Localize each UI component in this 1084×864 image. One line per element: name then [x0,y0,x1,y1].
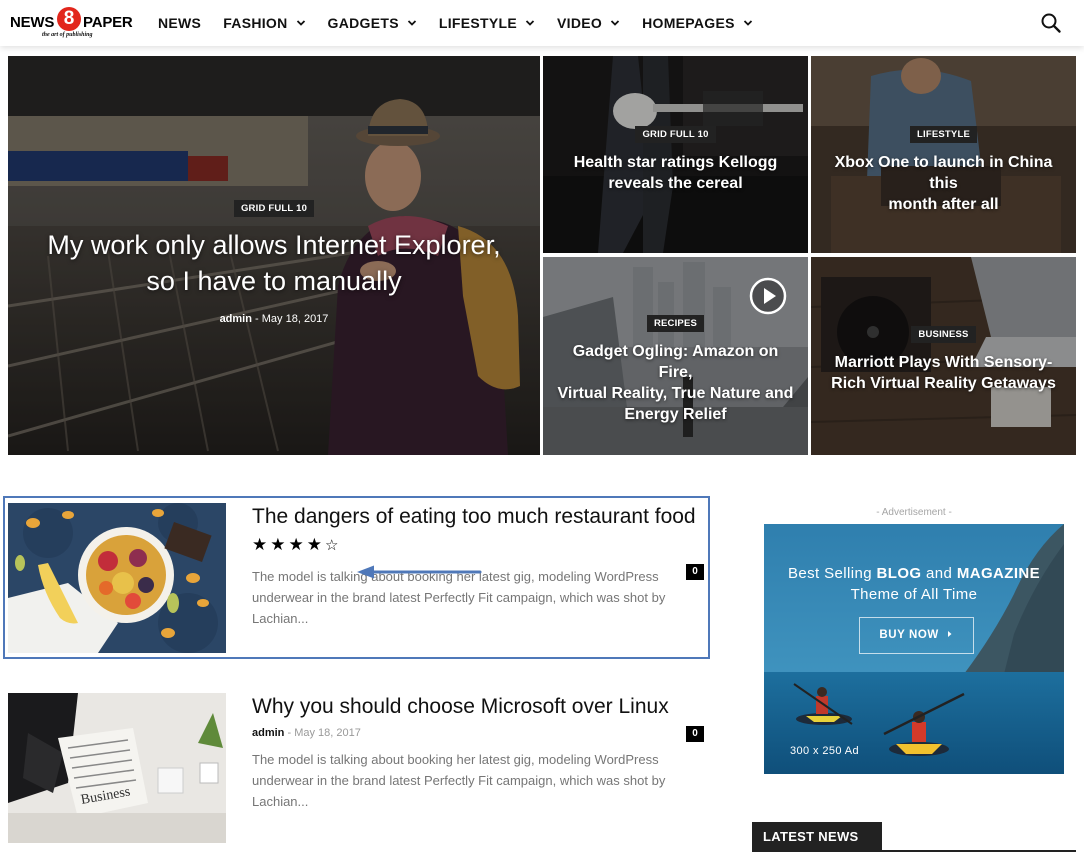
category-badge[interactable]: BUSINESS [911,326,976,343]
category-badge[interactable]: RECIPES [646,315,705,332]
chevron-right-icon [947,631,952,637]
chevron-down-icon [407,20,416,26]
tile-title-line: Marriott Plays With Sensory- [834,354,1053,371]
tile-title[interactable]: Marriott Plays With Sensory- Rich Virtua… [811,352,1076,394]
nav-item-homepages[interactable]: HOMEPAGES [642,15,753,31]
tile-title-line: Xbox One to launch in China this [834,154,1053,192]
nav-item-gadgets[interactable]: GADGETS [328,15,417,31]
meta-separator: - [287,727,292,739]
hero-tile-health[interactable]: GRID FULL 10 Health star ratings Kellogg… [543,56,808,253]
article-meta: admin - May 18, 2017 [252,727,704,739]
post-date: May 18, 2017 [261,313,329,325]
tile-content: BUSINESS Marriott Plays With Sensory- Ri… [811,324,1076,394]
nav-label: GADGETS [327,15,399,31]
buy-now-label: BUY NOW [879,629,939,641]
nav-label: HOMEPAGES [642,15,735,31]
latest-news-divider [752,850,1076,852]
tile-title[interactable]: Health star ratings Kellogg reveals the … [543,152,808,194]
author-link[interactable]: admin [252,727,284,739]
category-badge[interactable]: LIFESTYLE [910,126,977,143]
comment-count-badge[interactable]: 0 [686,726,704,742]
tile-title-line: month after all [888,196,999,213]
article-item-microsoft: Business Why you should choose Microsoft… [8,693,708,843]
advertisement-label: - Advertisement - [876,507,952,518]
tile-title[interactable]: Xbox One to launch in China this month a… [811,152,1076,215]
ad-headline-blog: BLOG [876,565,922,582]
tile-title-line: Rich Virtual Reality Getaways [831,375,1056,392]
ad-size-label: 300 x 250 Ad [790,745,860,757]
ad-headline-magazine: MAGAZINE [956,565,1041,582]
hero-main-content: GRID FULL 10 My work only allows Interne… [8,198,540,325]
chevron-down-icon [296,20,305,26]
article-excerpt: The model is talking about booking her l… [252,752,666,809]
tile-title-line: Energy Relief [624,406,727,423]
buy-now-button[interactable]: BUY NOW [859,617,974,654]
tile-title-line: Virtual Reality, True Nature and [557,385,794,402]
annotation-arrow-icon [357,565,482,579]
tile-title[interactable]: Gadget Ogling: Amazon on Fire, Virtual R… [543,341,808,425]
author-link[interactable]: admin [220,313,252,325]
nav-item-news[interactable]: NEWS [158,15,201,31]
tile-content: RECIPES Gadget Ogling: Amazon on Fire, V… [543,313,808,425]
hero-tile-gadget[interactable]: RECIPES Gadget Ogling: Amazon on Fire, V… [543,257,808,455]
tile-title-line: reveals the cereal [608,175,743,192]
star-filled-icon: ★ [270,535,286,555]
star-empty-icon: ☆ [325,536,339,554]
chevron-down-icon [610,20,620,26]
ad-subheadline: Theme of All Time [850,586,978,603]
post-date: May 18, 2017 [294,727,361,739]
nav-label: LIFESTYLE [438,15,518,31]
top-header: NEWS 8 PAPER the art of publishing NEWS … [0,0,1084,46]
nav-item-video[interactable]: VIDEO [557,15,620,31]
comment-count-badge[interactable]: 0 [686,564,704,580]
logo-eight-badge: 8 [57,7,81,31]
star-filled-icon: ★ [288,535,304,555]
article-title[interactable]: Why you should choose Microsoft over Lin… [252,693,704,721]
nav-item-lifestyle[interactable]: LIFESTYLE [439,15,535,31]
logo-word-news: NEWS [10,14,55,31]
fruit-bowl-thumbnail[interactable] [8,503,226,653]
hero-title-line: so I have to manually [146,266,402,296]
category-badge[interactable]: GRID FULL 10 [233,200,315,217]
chevron-down-icon [525,20,535,26]
hero-main-title[interactable]: My work only allows Internet Explorer, s… [8,227,540,299]
logo-tagline: the art of publishing [42,32,93,38]
site-logo[interactable]: NEWS 8 PAPER the art of publishing [10,7,135,41]
tile-title-line: Health star ratings Kellogg [573,154,778,171]
chevron-down-icon [743,20,752,26]
star-filled-icon: ★ [252,535,268,555]
sidebar-ad-banner[interactable]: Best Selling BLOG and MAGAZINE Theme of … [764,524,1064,774]
tile-title-line: Gadget Ogling: Amazon on Fire, [572,343,779,381]
category-badge[interactable]: GRID FULL 10 [635,126,716,143]
logo-word-paper: PAPER [83,14,133,31]
ad-headline: Best Selling BLOG and MAGAZINE [764,565,1064,582]
hero-tile-xbox[interactable]: LIFESTYLE Xbox One to launch in China th… [811,56,1076,253]
search-icon[interactable] [1040,12,1062,34]
latest-news-heading: LATEST NEWS [752,822,882,852]
star-filled-icon: ★ [306,535,322,555]
star-rating: ★ ★ ★ ★ ☆ [252,535,704,555]
nav-item-fashion[interactable]: FASHION [223,15,305,31]
nav-label: FASHION [223,15,288,31]
hero-main-meta: admin - May 18, 2017 [8,313,540,325]
hero-tile-marriott[interactable]: BUSINESS Marriott Plays With Sensory- Ri… [811,257,1076,455]
meta-separator: - [255,313,259,325]
tile-content: LIFESTYLE Xbox One to launch in China th… [811,124,1076,215]
hero-title-line: My work only allows Internet Explorer, [47,230,501,260]
ad-headline-text: Best Selling [787,565,877,582]
ad-headline-and: and [921,565,957,582]
tile-content: GRID FULL 10 Health star ratings Kellogg… [543,124,808,194]
article-body: Why you should choose Microsoft over Lin… [252,693,704,812]
newspaper-reader-thumbnail[interactable]: Business [8,693,226,843]
play-video-icon[interactable] [749,277,787,315]
hero-main-post[interactable]: GRID FULL 10 My work only allows Interne… [8,56,540,455]
main-nav: NEWS FASHION GADGETS LIFESTYLE VIDEO HOM… [158,0,775,46]
article-title[interactable]: The dangers of eating too much restauran… [252,503,704,531]
nav-label: VIDEO [557,15,603,31]
nav-label: NEWS [158,15,202,31]
